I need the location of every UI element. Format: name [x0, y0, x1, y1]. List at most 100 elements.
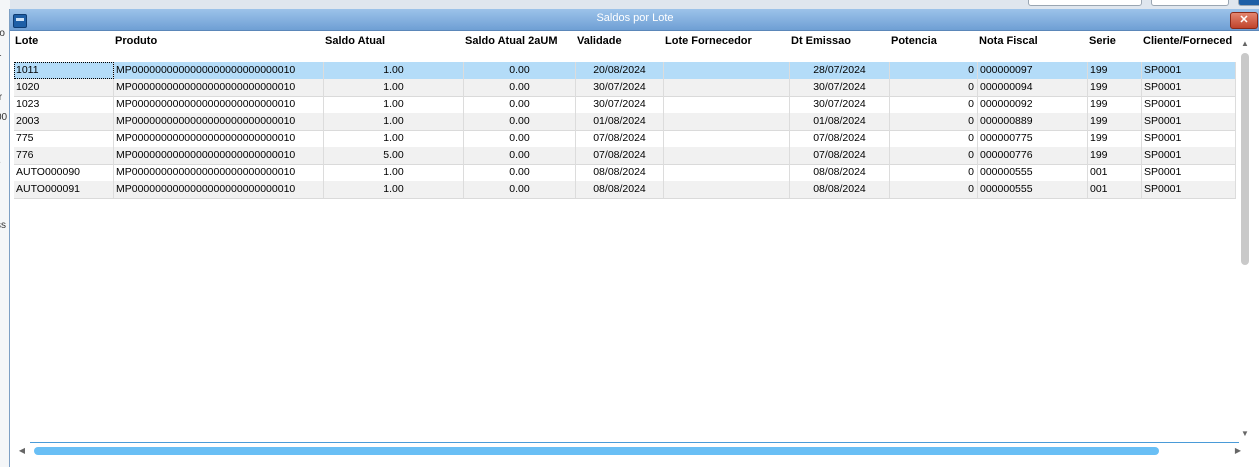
- cell-potencia[interactable]: 0: [890, 79, 978, 96]
- cell-dt-emissao[interactable]: 08/08/2024: [790, 164, 890, 181]
- cell-produto[interactable]: MP0000000000000000000000000010: [114, 79, 324, 96]
- cell-produto[interactable]: MP0000000000000000000000000010: [114, 181, 324, 198]
- cell-nota-fiscal[interactable]: 000000092: [978, 96, 1088, 113]
- title-bar[interactable]: Saldos por Lote ✕: [10, 9, 1259, 31]
- cell-produto[interactable]: MP0000000000000000000000000010: [114, 164, 324, 181]
- cell-nota-fiscal[interactable]: 000000555: [978, 181, 1088, 198]
- cell-serie[interactable]: 001: [1088, 164, 1142, 181]
- column-header-serie[interactable]: Serie: [1089, 35, 1116, 47]
- scroll-down-icon[interactable]: ▼: [1239, 429, 1251, 439]
- table-row[interactable]: AUTO000091 MP0000000000000000000000000010…: [14, 181, 1236, 199]
- cell-lote[interactable]: 2003: [14, 113, 114, 130]
- cell-saldo-atual[interactable]: 1.00: [324, 79, 464, 96]
- cell-potencia[interactable]: 0: [890, 62, 978, 79]
- cell-saldo-atual-2aum[interactable]: 0.00: [464, 79, 576, 96]
- column-header-dt-emissao[interactable]: Dt Emissao: [791, 35, 851, 47]
- cell-lote-fornecedor[interactable]: [664, 130, 790, 147]
- cell-nota-fiscal[interactable]: 000000097: [978, 62, 1088, 79]
- cell-saldo-atual[interactable]: 1.00: [324, 62, 464, 79]
- cell-nota-fiscal[interactable]: 000000555: [978, 164, 1088, 181]
- cell-validade[interactable]: 07/08/2024: [576, 147, 664, 164]
- table-row[interactable]: 776 MP0000000000000000000000000010 5.00 0.0…: [14, 147, 1236, 165]
- cell-saldo-atual-2aum[interactable]: 0.00: [464, 113, 576, 130]
- cell-dt-emissao[interactable]: 07/08/2024: [790, 147, 890, 164]
- cell-saldo-atual-2aum[interactable]: 0.00: [464, 164, 576, 181]
- cell-lote-fornecedor[interactable]: [664, 62, 790, 79]
- cell-potencia[interactable]: 0: [890, 96, 978, 113]
- column-header-saldo-atual[interactable]: Saldo Atual: [325, 35, 385, 47]
- cell-cliente-forneced[interactable]: SP0001: [1142, 147, 1236, 164]
- table-row[interactable]: 775 MP0000000000000000000000000010 1.00 0.0…: [14, 130, 1236, 148]
- cell-lote-fornecedor[interactable]: [664, 96, 790, 113]
- cell-saldo-atual-2aum[interactable]: 0.00: [464, 96, 576, 113]
- close-button[interactable]: ✕: [1230, 12, 1258, 29]
- cell-dt-emissao[interactable]: 28/07/2024: [790, 62, 890, 79]
- scroll-left-icon[interactable]: ◀: [16, 445, 28, 457]
- cell-nota-fiscal[interactable]: 000000775: [978, 130, 1088, 147]
- column-header-nota-fiscal[interactable]: Nota Fiscal: [979, 35, 1038, 47]
- cell-produto[interactable]: MP0000000000000000000000000010: [114, 96, 324, 113]
- cell-cliente-forneced[interactable]: SP0001: [1142, 79, 1236, 96]
- column-header-lote-fornecedor[interactable]: Lote Fornecedor: [665, 35, 752, 47]
- column-header-produto[interactable]: Produto: [115, 35, 157, 47]
- cell-nota-fiscal[interactable]: 000000776: [978, 147, 1088, 164]
- cell-validade[interactable]: 08/08/2024: [576, 181, 664, 198]
- table-row[interactable]: 2003 MP0000000000000000000000000010 1.00 0.…: [14, 113, 1236, 131]
- table-row[interactable]: 1011 MP0000000000000000000000000010 1.00 0.…: [14, 62, 1236, 80]
- cell-saldo-atual[interactable]: 1.00: [324, 164, 464, 181]
- cell-lote-fornecedor[interactable]: [664, 181, 790, 198]
- cell-lote[interactable]: AUTO000091: [14, 181, 114, 198]
- horizontal-scrollbar[interactable]: ◀ ▶: [14, 445, 1244, 457]
- table-row[interactable]: 1023 MP0000000000000000000000000010 1.00 0.…: [14, 96, 1236, 114]
- scroll-right-icon[interactable]: ▶: [1232, 445, 1244, 457]
- cell-saldo-atual-2aum[interactable]: 0.00: [464, 181, 576, 198]
- cell-serie[interactable]: 199: [1088, 130, 1142, 147]
- cell-validade[interactable]: 20/08/2024: [576, 62, 664, 79]
- cell-saldo-atual-2aum[interactable]: 0.00: [464, 62, 576, 79]
- cell-saldo-atual[interactable]: 1.00: [324, 113, 464, 130]
- cell-cliente-forneced[interactable]: SP0001: [1142, 113, 1236, 130]
- cell-produto[interactable]: MP0000000000000000000000000010: [114, 147, 324, 164]
- cell-serie[interactable]: 199: [1088, 113, 1142, 130]
- cell-dt-emissao[interactable]: 30/07/2024: [790, 79, 890, 96]
- cell-dt-emissao[interactable]: 30/07/2024: [790, 96, 890, 113]
- cell-potencia[interactable]: 0: [890, 181, 978, 198]
- cell-saldo-atual[interactable]: 5.00: [324, 147, 464, 164]
- cell-saldo-atual[interactable]: 1.00: [324, 130, 464, 147]
- cell-potencia[interactable]: 0: [890, 113, 978, 130]
- cell-lote-fornecedor[interactable]: [664, 113, 790, 130]
- table-row[interactable]: 1020 MP0000000000000000000000000010 1.00 0.…: [14, 79, 1236, 97]
- column-header-potencia[interactable]: Potencia: [891, 35, 937, 47]
- cell-lote[interactable]: 1011: [14, 62, 114, 79]
- cell-cliente-forneced[interactable]: SP0001: [1142, 96, 1236, 113]
- cell-lote-fornecedor[interactable]: [664, 147, 790, 164]
- cell-saldo-atual-2aum[interactable]: 0.00: [464, 147, 576, 164]
- cell-produto[interactable]: MP0000000000000000000000000010: [114, 113, 324, 130]
- cell-dt-emissao[interactable]: 01/08/2024: [790, 113, 890, 130]
- cell-saldo-atual[interactable]: 1.00: [324, 96, 464, 113]
- cell-lote[interactable]: 1020: [14, 79, 114, 96]
- cell-cliente-forneced[interactable]: SP0001: [1142, 62, 1236, 79]
- cell-lote-fornecedor[interactable]: [664, 79, 790, 96]
- cell-serie[interactable]: 199: [1088, 62, 1142, 79]
- cell-cliente-forneced[interactable]: SP0001: [1142, 164, 1236, 181]
- cell-produto[interactable]: MP0000000000000000000000000010: [114, 62, 324, 79]
- table-row[interactable]: AUTO000090 MP0000000000000000000000000010…: [14, 164, 1236, 182]
- cell-dt-emissao[interactable]: 07/08/2024: [790, 130, 890, 147]
- column-header-cliente-forneced[interactable]: Cliente/Forneced: [1143, 35, 1232, 47]
- cell-saldo-atual[interactable]: 1.00: [324, 181, 464, 198]
- cell-nota-fiscal[interactable]: 000000094: [978, 79, 1088, 96]
- cell-nota-fiscal[interactable]: 000000889: [978, 113, 1088, 130]
- cell-lote[interactable]: 1023: [14, 96, 114, 113]
- vertical-scrollbar[interactable]: ▲ ▼: [1239, 39, 1251, 443]
- cell-cliente-forneced[interactable]: SP0001: [1142, 181, 1236, 198]
- column-header-validade[interactable]: Validade: [577, 35, 622, 47]
- cell-dt-emissao[interactable]: 08/08/2024: [790, 181, 890, 198]
- cell-validade[interactable]: 07/08/2024: [576, 130, 664, 147]
- cell-lote[interactable]: 775: [14, 130, 114, 147]
- cell-lote[interactable]: AUTO000090: [14, 164, 114, 181]
- column-header-lote[interactable]: Lote: [15, 35, 38, 47]
- cell-produto[interactable]: MP0000000000000000000000000010: [114, 130, 324, 147]
- horizontal-scroll-thumb[interactable]: [34, 447, 1159, 455]
- cell-serie[interactable]: 199: [1088, 96, 1142, 113]
